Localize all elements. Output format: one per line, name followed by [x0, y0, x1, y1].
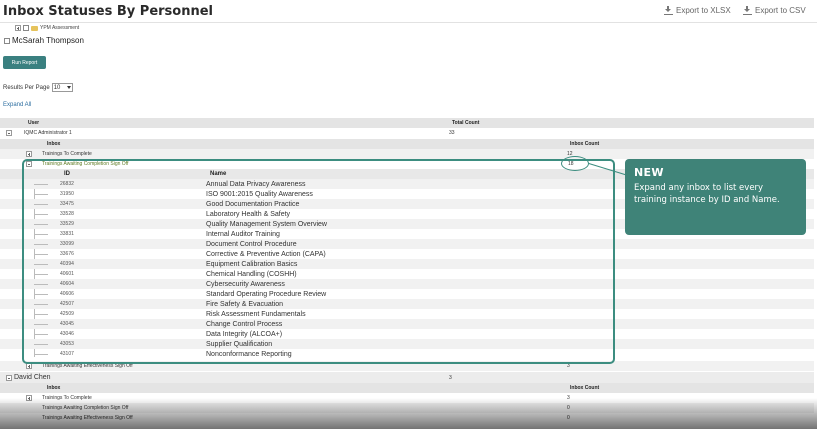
inbox-name: Trainings Awaiting Effectiveness Sign Of… — [42, 415, 133, 421]
download-icon — [664, 6, 673, 15]
results-per-page-label: Results Per Page — [3, 84, 50, 91]
expand-plus-icon[interactable] — [15, 25, 21, 31]
inbox-row[interactable]: Trainings To Complete 12 — [0, 149, 814, 159]
export-xlsx-label: Export to XLSX — [676, 6, 731, 15]
user-row[interactable]: IQMC Administrator 1 33 — [0, 128, 814, 138]
callout-body: Expand any inbox to list every training … — [634, 183, 780, 205]
inbox-count: 0 — [567, 415, 570, 421]
new-feature-callout: NEW Expand any inbox to list every train… — [625, 159, 806, 235]
col-user-header: User — [28, 120, 40, 126]
tree-item-label: McSarah Thompson — [12, 36, 84, 45]
col-inbox-count-header: Inbox Count — [570, 141, 600, 147]
tree-item-top[interactable]: YPM Assessment — [15, 25, 79, 31]
run-report-button[interactable]: Run Report — [3, 56, 46, 69]
inbox-count: 0 — [567, 405, 570, 411]
page-title: Inbox Statuses By Personnel — [3, 4, 213, 19]
count-highlight-circle — [561, 156, 589, 171]
checkbox[interactable] — [4, 37, 10, 44]
expand-plus-icon[interactable] — [26, 151, 32, 157]
inbox-count: 3 — [567, 395, 570, 401]
col-total-header: Total Count — [452, 120, 480, 126]
expand-plus-icon[interactable] — [26, 395, 32, 401]
user-name: IQMC Administrator 1 — [24, 130, 72, 136]
user-header-row: User Total Count — [0, 118, 814, 128]
collapse-minus-icon[interactable] — [6, 130, 12, 136]
results-per-page-select[interactable]: 10 — [51, 83, 73, 92]
results-per-page: Results Per Page 10 — [3, 83, 73, 92]
checkbox[interactable] — [23, 25, 29, 31]
col-inbox-count-header: Inbox Count — [570, 385, 600, 391]
folder-icon — [31, 25, 38, 31]
chevron-down-icon — [66, 86, 71, 89]
title-divider — [0, 22, 817, 23]
collapse-minus-icon[interactable] — [6, 374, 12, 381]
inbox-name: Trainings To Complete — [42, 395, 92, 401]
user-row[interactable]: David Chen 3 — [0, 372, 814, 383]
export-xlsx-button[interactable]: Export to XLSX — [664, 6, 731, 15]
col-inbox-header: Inbox — [47, 385, 61, 391]
results-per-page-value: 10 — [53, 84, 61, 91]
inbox-row[interactable]: Trainings Awaiting Completion Sign Off 0 — [0, 403, 814, 413]
inbox-row[interactable]: Trainings To Complete 3 — [0, 393, 814, 403]
user-name: David Chen — [14, 374, 51, 381]
user-total: 33 — [449, 130, 455, 136]
inbox-name: Trainings Awaiting Completion Sign Off — [42, 405, 129, 411]
tree-item-selected-user[interactable]: McSarah Thompson — [4, 36, 84, 45]
expand-all-link[interactable]: Expand All — [3, 102, 31, 108]
inbox-header-row: Inbox Inbox Count — [0, 383, 814, 393]
highlight-frame — [22, 159, 615, 364]
inbox-name: Trainings To Complete — [42, 151, 92, 157]
col-inbox-header: Inbox — [47, 141, 61, 147]
user-total: 3 — [449, 374, 452, 381]
export-csv-label: Export to CSV — [755, 6, 806, 15]
inbox-row[interactable]: Trainings Awaiting Effectiveness Sign Of… — [0, 413, 814, 423]
inbox-header-row: Inbox Inbox Count — [0, 139, 814, 149]
tree-item-label: YPM Assessment — [40, 25, 80, 31]
download-icon — [743, 6, 752, 15]
callout-title: NEW — [634, 166, 664, 179]
export-csv-button[interactable]: Export to CSV — [743, 6, 806, 15]
